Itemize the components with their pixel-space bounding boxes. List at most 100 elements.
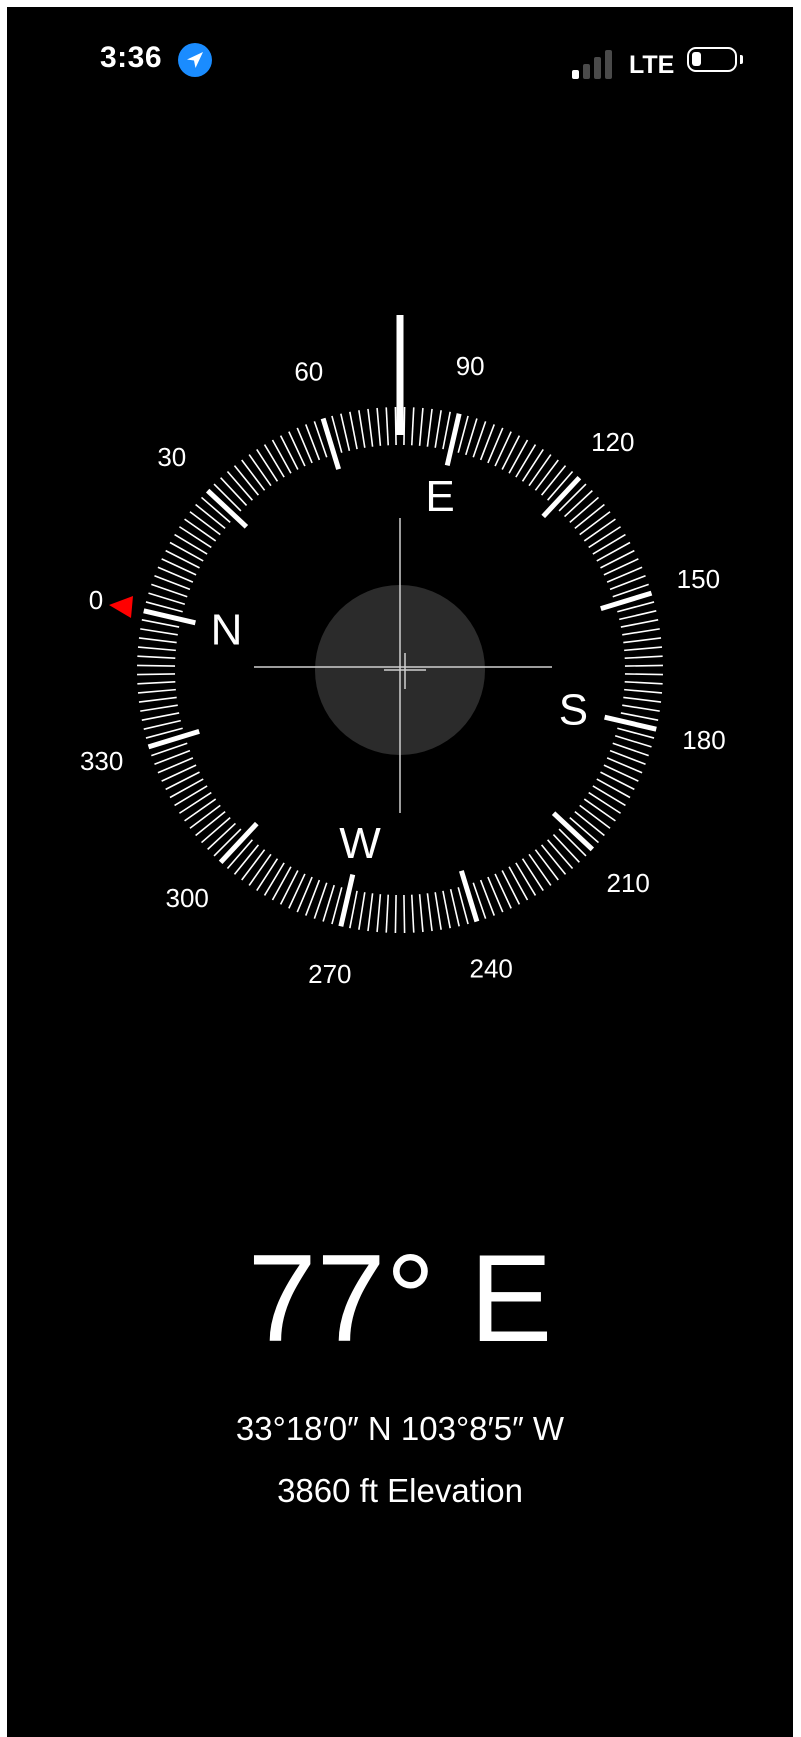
degree-label: 300: [166, 883, 209, 913]
compass-minor-tick: [340, 413, 351, 451]
compass-minor-tick: [376, 407, 382, 446]
cardinal-south: S: [559, 686, 588, 735]
compass-minor-tick: [588, 526, 622, 549]
compass-minor-tick: [547, 839, 574, 870]
compass-major-tick: [320, 417, 341, 470]
compass-minor-tick: [624, 655, 663, 660]
compass-minor-tick: [442, 890, 451, 929]
compass-minor-tick: [403, 894, 406, 933]
compass-minor-tick: [540, 465, 567, 496]
compass-minor-tick: [600, 771, 635, 791]
compass-minor-tick: [220, 477, 248, 506]
compass-minor-tick: [592, 533, 626, 555]
compass-minor-tick: [624, 680, 663, 685]
coordinates-readout[interactable]: 33°18′0″ N 103°8′5″ W: [7, 1410, 793, 1448]
compass-minor-tick: [169, 541, 204, 562]
compass-minor-tick: [137, 646, 176, 652]
compass-minor-tick: [620, 619, 659, 628]
compass-minor-tick: [583, 518, 616, 542]
compass-minor-tick: [624, 646, 663, 652]
compass-minor-tick: [569, 496, 600, 523]
compass-minor-tick: [624, 664, 663, 667]
compass-minor-tick: [256, 448, 279, 482]
compass-minor-tick: [248, 454, 272, 487]
compass-minor-tick: [521, 858, 544, 892]
compass-minor-tick: [137, 655, 176, 660]
compass-minor-tick: [200, 817, 231, 844]
degree-label: 270: [308, 959, 351, 989]
compass-minor-tick: [233, 465, 260, 496]
compass-minor-tick: [271, 866, 292, 901]
compass-minor-tick: [410, 407, 415, 446]
compass-minor-tick: [358, 410, 366, 448]
compass-minor-tick: [349, 411, 358, 450]
compass-minor-tick: [279, 870, 299, 905]
compass-minor-tick: [137, 664, 176, 667]
compass-minor-tick: [349, 890, 358, 929]
degree-label: 210: [606, 868, 649, 898]
compass-minor-tick: [426, 408, 433, 447]
compass-minor-tick: [418, 407, 424, 446]
degree-label: 90: [456, 351, 485, 381]
compass-minor-tick: [442, 411, 451, 450]
compass-minor-tick: [226, 470, 253, 501]
compass-minor-tick: [143, 719, 181, 730]
compass-minor-tick: [623, 637, 662, 644]
compass-minor-tick: [141, 712, 180, 721]
compass-minor-tick: [501, 435, 521, 470]
compass-minor-tick: [140, 628, 178, 636]
compass-minor-tick: [579, 511, 611, 536]
compass-minor-tick: [394, 894, 397, 933]
compass-dial[interactable]: 0 30 60 90 120 150 180 210 240 270 300 330 N E S W: [7, 7, 793, 1107]
compass-minor-tick: [189, 804, 221, 829]
compass-minor-tick: [596, 778, 631, 799]
degree-label: 30: [157, 442, 186, 472]
compass-minor-tick: [521, 448, 544, 482]
compass-minor-tick: [534, 459, 559, 491]
compass-minor-tick: [434, 410, 442, 448]
compass-minor-tick: [169, 778, 204, 799]
compass-minor-tick: [449, 889, 460, 927]
compass-minor-tick: [137, 680, 176, 685]
compass-minor-tick: [137, 688, 176, 694]
compass-minor-tick: [358, 892, 366, 930]
compass-minor-tick: [288, 873, 306, 909]
compass-minor-tick: [165, 771, 200, 791]
compass-minor-tick: [403, 407, 406, 446]
compass-minor-tick: [622, 628, 660, 636]
compass-minor-tick: [367, 893, 374, 932]
compass-minor-tick: [178, 791, 212, 814]
compass-minor-tick: [288, 431, 306, 467]
compass-minor-tick: [263, 444, 285, 478]
compass-minor-tick: [376, 894, 382, 933]
compass-minor-tick: [579, 804, 611, 829]
compass-minor-tick: [263, 862, 285, 896]
degree-label: 330: [80, 746, 123, 776]
compass-minor-tick: [367, 408, 374, 447]
compass-minor-tick: [394, 407, 397, 446]
compass-minor-tick: [619, 610, 657, 621]
compass-minor-tick: [141, 619, 180, 628]
compass-minor-tick: [528, 454, 552, 487]
compass-minor-tick: [410, 894, 415, 933]
compass-minor-tick: [592, 785, 626, 807]
compass-minor-tick: [207, 822, 236, 850]
compass-minor-tick: [494, 431, 512, 467]
compass-minor-tick: [508, 439, 529, 474]
compass-minor-tick: [426, 893, 433, 932]
compass-minor-tick: [184, 518, 217, 542]
compass-minor-tick: [271, 439, 292, 474]
compass-minor-tick: [161, 764, 197, 782]
compass-minor-tick: [418, 894, 424, 933]
elevation-readout: 3860 ft Elevation: [277, 1472, 523, 1509]
compass-minor-tick: [603, 764, 639, 782]
compass-minor-tick: [534, 849, 559, 881]
compass-minor-tick: [174, 785, 208, 807]
compass-minor-tick: [588, 791, 622, 814]
compass-minor-tick: [508, 866, 529, 901]
compass-minor-tick: [195, 810, 226, 837]
compass-minor-tick: [623, 696, 662, 703]
cardinal-north: N: [211, 605, 243, 654]
compass-minor-tick: [494, 873, 512, 909]
compass-minor-tick: [600, 549, 635, 569]
